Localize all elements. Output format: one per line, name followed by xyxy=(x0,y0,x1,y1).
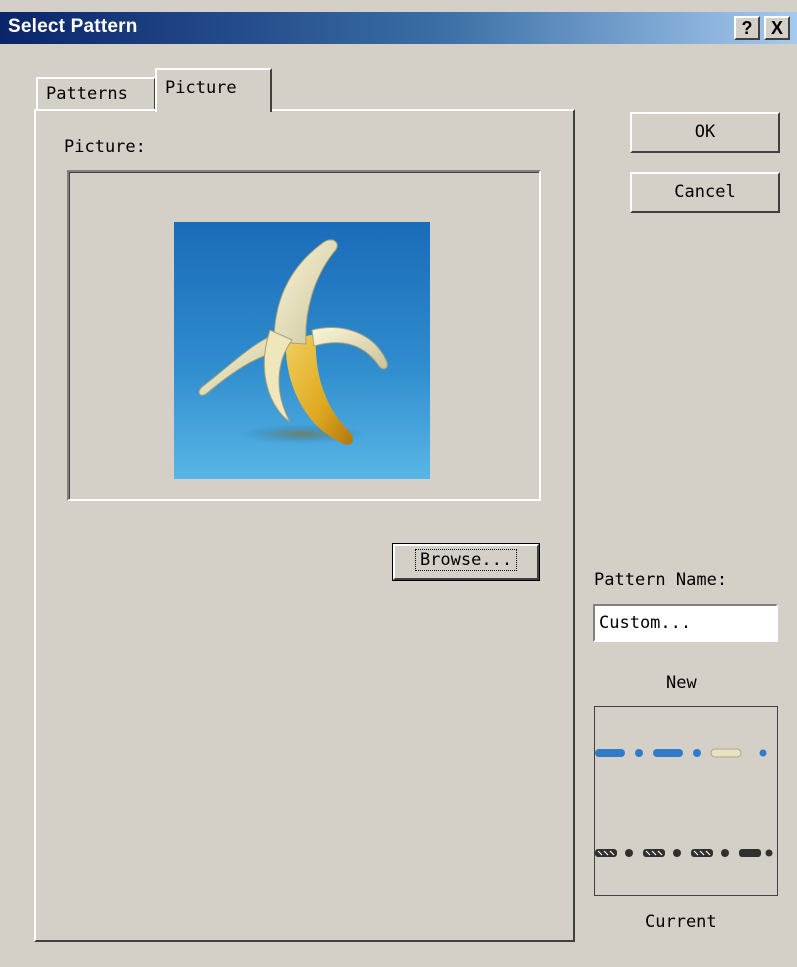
new-preview-label: New xyxy=(666,673,697,693)
pattern-preview-box xyxy=(594,706,778,896)
pattern-name-label: Pattern Name: xyxy=(594,570,728,590)
browse-button-label: Browse... xyxy=(414,549,518,571)
picture-tab-panel: Picture: Browse... xyxy=(34,109,575,942)
cancel-button[interactable]: Cancel xyxy=(630,172,780,213)
select-pattern-dialog: Select Pattern ? X Patterns Picture Pict… xyxy=(0,0,797,967)
browse-button[interactable]: Browse... xyxy=(392,543,540,581)
ok-button[interactable]: OK xyxy=(630,112,780,153)
banana-icon xyxy=(198,239,388,445)
help-button[interactable]: ? xyxy=(734,16,760,40)
current-pattern-row xyxy=(595,849,773,857)
new-pattern-row xyxy=(595,748,767,758)
close-button[interactable]: X xyxy=(764,16,790,40)
titlebar[interactable]: Select Pattern ? X xyxy=(0,12,797,44)
current-preview-label: Current xyxy=(645,912,717,932)
tab-patterns[interactable]: Patterns xyxy=(36,77,156,111)
picture-frame xyxy=(67,170,541,501)
banana-image xyxy=(174,222,430,479)
pattern-preview xyxy=(595,748,773,857)
pattern-name-field[interactable] xyxy=(593,604,778,642)
tab-picture[interactable]: Picture xyxy=(155,68,272,112)
picture-label: Picture: xyxy=(64,137,146,157)
window-title: Select Pattern xyxy=(8,16,138,37)
